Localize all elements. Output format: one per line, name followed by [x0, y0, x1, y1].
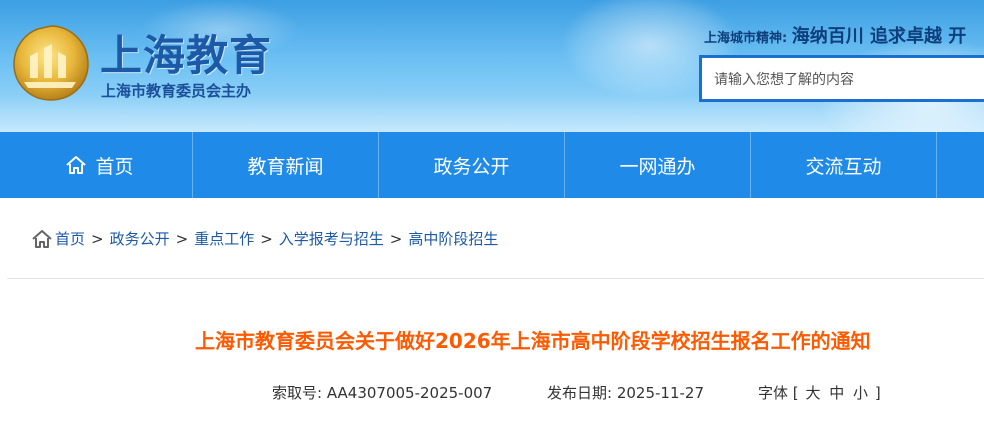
breadcrumb-separator: > — [260, 229, 273, 248]
breadcrumb-area: 首页 > 政务公开 > 重点工作 > 入学报考与招生 > 高中阶段招生 — [7, 198, 984, 279]
breadcrumb-separator: > — [175, 229, 189, 248]
nav-item-label: 首页 — [95, 155, 134, 178]
breadcrumb: 首页 > 政务公开 > 重点工作 > 入学报考与招生 > 高中阶段招生 — [31, 228, 498, 249]
main-nav: 首页 教育新闻 政务公开 一网通办 交流互动 — [7, 132, 984, 198]
nav-item-label: 一网通办 — [619, 155, 696, 178]
home-icon — [32, 229, 52, 248]
breadcrumb-government-affairs[interactable]: 政务公开 — [110, 228, 170, 249]
breadcrumb-key-work[interactable]: 重点工作 — [194, 228, 254, 249]
nav-item-home[interactable]: 首页 — [7, 132, 193, 198]
article-index: 索取号: AA4307005-2025-007 — [272, 382, 492, 403]
nav-item-more[interactable] — [937, 132, 982, 198]
font-size-large-button[interactable]: 大 — [805, 384, 820, 402]
font-size-medium-button[interactable]: 中 — [829, 384, 844, 402]
site-header: 上海教育 上海市教育委员会主办 上海城市精神: 海纳百川 追求卓越 开 — [0, 0, 984, 132]
font-size-control: 字体 [ 大 中 小 ] — [758, 382, 881, 403]
article-date: 发布日期: 2025-11-27 — [547, 382, 704, 403]
nav-item-label: 教育新闻 — [247, 155, 324, 178]
search-input[interactable] — [712, 58, 984, 101]
date-value: 2025-11-27 — [616, 384, 705, 402]
breadcrumb-high-school-enrollment[interactable]: 高中阶段招生 — [408, 228, 498, 249]
city-spirit-label: 上海城市精神: — [704, 31, 788, 46]
site-logo-icon[interactable] — [10, 22, 92, 104]
font-size-small-button[interactable]: 小 — [853, 384, 868, 402]
breadcrumb-enrollment[interactable]: 入学报考与招生 — [279, 228, 384, 249]
home-icon — [66, 156, 87, 174]
breadcrumb-home[interactable]: 首页 — [55, 228, 85, 249]
font-size-label: 字体 — [758, 384, 789, 402]
site-title[interactable]: 上海教育 — [100, 22, 272, 83]
index-value: AA4307005-2025-007 — [326, 384, 493, 402]
date-label: 发布日期: — [547, 384, 613, 402]
breadcrumb-separator: > — [91, 229, 104, 248]
nav-item-label: 交流互动 — [805, 155, 882, 178]
nav-left-edge — [0, 132, 7, 198]
nav-item-online-services[interactable]: 一网通办 — [565, 132, 751, 198]
city-spirit: 上海城市精神: 海纳百川 追求卓越 开 — [704, 22, 966, 48]
nav-item-label: 政务公开 — [433, 155, 510, 178]
font-bracket-close: ] — [874, 384, 881, 402]
city-spirit-text: 海纳百川 追求卓越 开 — [791, 26, 967, 47]
breadcrumb-separator: > — [389, 229, 403, 248]
article-title: 上海市教育委员会关于做好2026年上海市高中阶段学校招生报名工作的通知 — [195, 329, 871, 353]
nav-item-education-news[interactable]: 教育新闻 — [193, 132, 379, 198]
search-box — [699, 55, 984, 102]
font-bracket-open: [ — [792, 384, 799, 402]
site-subtitle: 上海市教育委员会主办 — [101, 82, 252, 100]
index-label: 索取号: — [272, 384, 323, 402]
nav-item-government-affairs[interactable]: 政务公开 — [379, 132, 565, 198]
nav-item-interaction[interactable]: 交流互动 — [751, 132, 937, 198]
